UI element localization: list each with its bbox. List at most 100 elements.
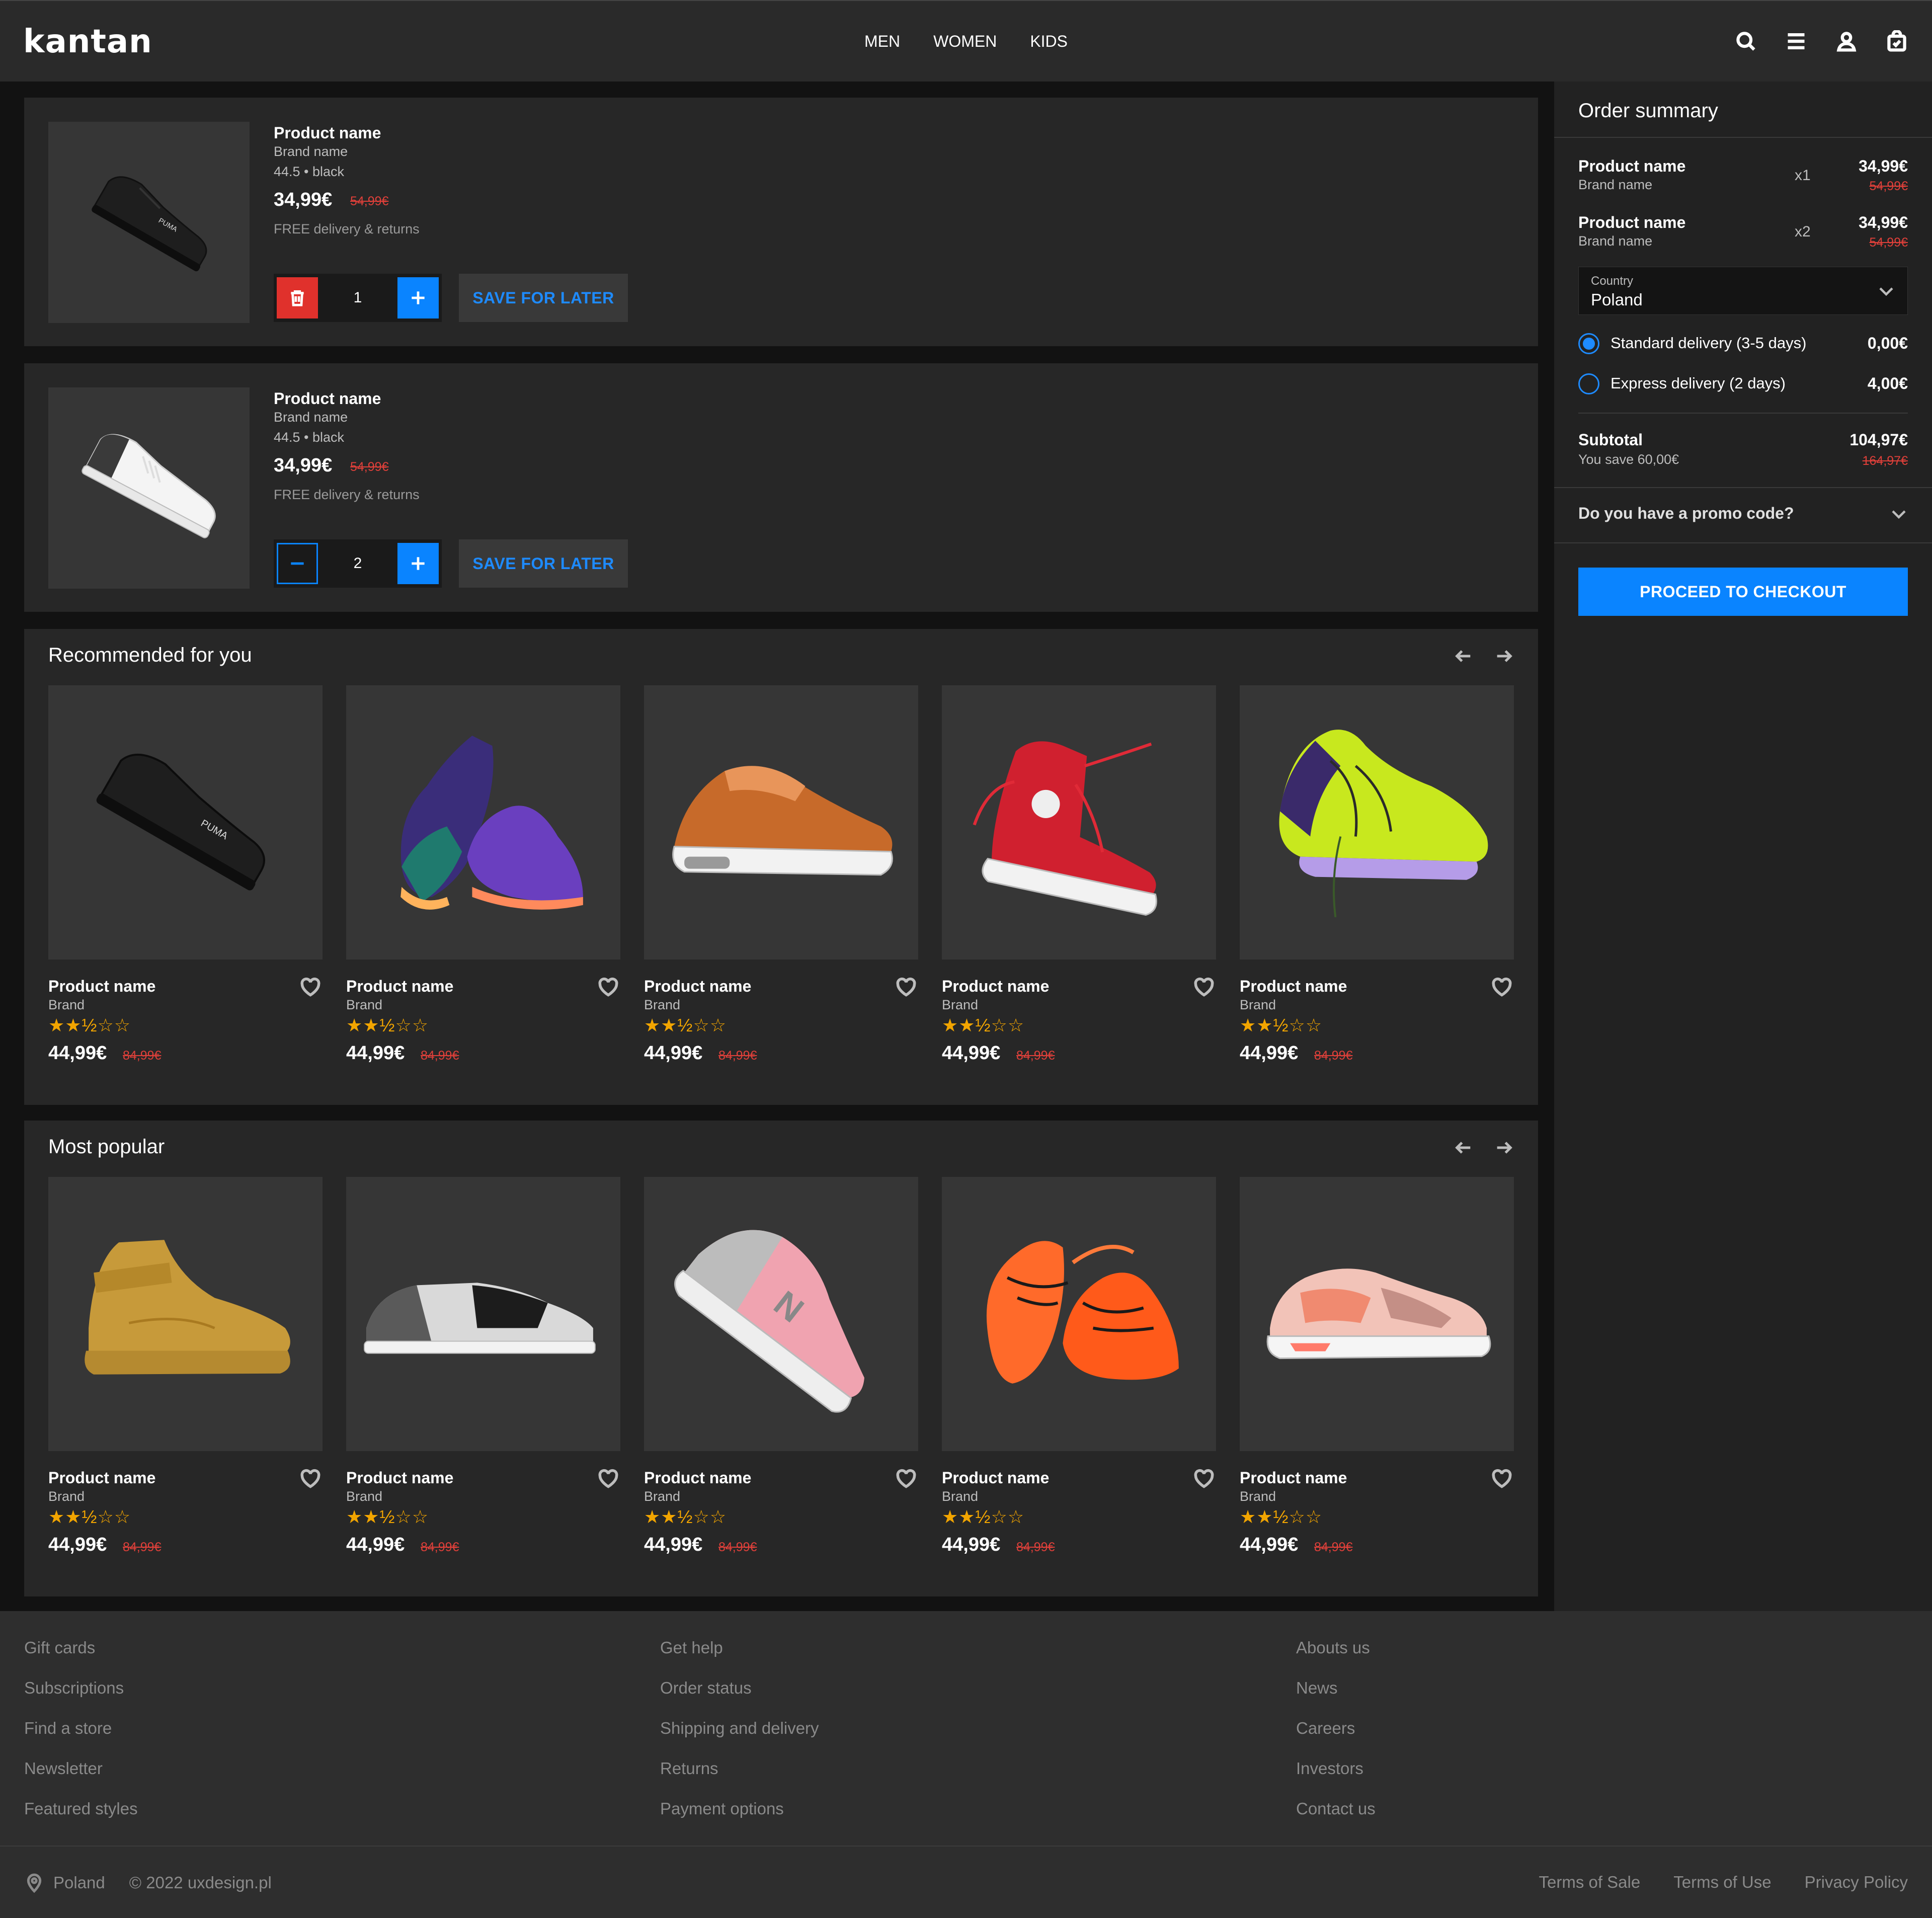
- user-icon[interactable]: [1835, 30, 1858, 52]
- delete-button[interactable]: [277, 277, 318, 318]
- cart-item-name[interactable]: Product name: [274, 389, 381, 408]
- product-card[interactable]: Product name Brand ★★½☆☆ 44,99€ 84,99€: [644, 685, 918, 1064]
- increase-button[interactable]: [397, 543, 439, 584]
- nav-women[interactable]: WOMEN: [933, 32, 997, 51]
- product-image[interactable]: [644, 685, 918, 960]
- heart-icon[interactable]: [1491, 1468, 1513, 1490]
- footer-link[interactable]: News: [1296, 1679, 1376, 1719]
- arrow-left-icon[interactable]: [1454, 646, 1474, 669]
- country-select[interactable]: Country Poland: [1578, 267, 1908, 315]
- product-name[interactable]: Product name: [346, 1469, 453, 1487]
- cart-item-name[interactable]: Product name: [274, 124, 381, 142]
- footer-link[interactable]: Subscriptions: [24, 1679, 138, 1719]
- footer-link[interactable]: Order status: [660, 1679, 819, 1719]
- footer-link[interactable]: Contact us: [1296, 1799, 1376, 1840]
- product-image[interactable]: [942, 1177, 1216, 1451]
- save-for-later-button[interactable]: SAVE FOR LATER: [459, 274, 628, 322]
- product-brand: Brand: [1240, 1489, 1276, 1504]
- heart-icon[interactable]: [299, 976, 321, 998]
- footer-link[interactable]: Shipping and delivery: [660, 1719, 819, 1759]
- product-name[interactable]: Product name: [942, 977, 1049, 996]
- product-card[interactable]: Product name Brand ★★½☆☆ 44,99€ 84,99€: [346, 685, 620, 1064]
- express-delivery-radio[interactable]: [1578, 373, 1599, 394]
- product-card[interactable]: PUMA Product name Brand ★★½☆☆ 44,99€ 84,99€: [48, 685, 323, 1064]
- product-card[interactable]: Product name Brand ★★½☆☆ 44,99€ 84,99€: [1240, 685, 1514, 1064]
- divider: [1554, 542, 1932, 543]
- standard-delivery-label[interactable]: Standard delivery (3-5 days): [1611, 334, 1806, 352]
- increase-button[interactable]: [397, 277, 439, 318]
- product-card[interactable]: Product name Brand ★★½☆☆ 44,99€ 84,99€: [346, 1177, 620, 1555]
- quantity-value[interactable]: 1: [318, 289, 397, 306]
- footer-column: Get help Order status Shipping and deliv…: [660, 1638, 819, 1840]
- product-name[interactable]: Product name: [1240, 1469, 1347, 1487]
- footer-link[interactable]: Featured styles: [24, 1799, 138, 1840]
- product-name[interactable]: Product name: [346, 977, 453, 996]
- arrow-right-icon[interactable]: [1494, 1138, 1514, 1160]
- product-brand: Brand: [346, 997, 383, 1012]
- footer-link[interactable]: Find a store: [24, 1719, 138, 1759]
- product-image[interactable]: [346, 1177, 620, 1451]
- arrow-left-icon[interactable]: [1454, 1138, 1474, 1160]
- product-card[interactable]: N Product name Brand ★★½☆☆ 44,99€ 84,99€: [644, 1177, 918, 1555]
- product-image[interactable]: [48, 1177, 323, 1451]
- heart-icon[interactable]: [1491, 976, 1513, 998]
- chevron-down-icon[interactable]: [1890, 505, 1908, 523]
- product-name[interactable]: Product name: [644, 1469, 751, 1487]
- product-image[interactable]: [346, 685, 620, 960]
- save-for-later-button[interactable]: SAVE FOR LATER: [459, 539, 628, 588]
- terms-of-sale-link[interactable]: Terms of Sale: [1539, 1873, 1640, 1892]
- cart-item-old-price: 54,99€: [350, 194, 389, 208]
- product-image[interactable]: PUMA: [48, 122, 250, 323]
- product-brand: Brand: [1240, 997, 1276, 1012]
- heart-icon[interactable]: [1193, 1468, 1215, 1490]
- heart-icon[interactable]: [1193, 976, 1215, 998]
- product-card[interactable]: Product name Brand ★★½☆☆ 44,99€ 84,99€: [48, 1177, 323, 1555]
- standard-delivery-radio[interactable]: [1578, 333, 1599, 354]
- footer-link[interactable]: Get help: [660, 1638, 819, 1679]
- footer-link[interactable]: Abouts us: [1296, 1638, 1376, 1679]
- footer-link[interactable]: Returns: [660, 1759, 819, 1799]
- checkout-button[interactable]: PROCEED TO CHECKOUT: [1578, 568, 1908, 616]
- privacy-policy-link[interactable]: Privacy Policy: [1805, 1873, 1908, 1892]
- express-delivery-label[interactable]: Express delivery (2 days): [1611, 374, 1786, 392]
- menu-icon[interactable]: [1785, 30, 1807, 52]
- logo[interactable]: kantan: [23, 23, 152, 60]
- nav-kids[interactable]: KIDS: [1030, 32, 1068, 51]
- product-card[interactable]: Product name Brand ★★½☆☆ 44,99€ 84,99€: [942, 1177, 1216, 1555]
- product-image[interactable]: [48, 387, 250, 589]
- footer-link[interactable]: Careers: [1296, 1719, 1376, 1759]
- product-image[interactable]: N: [644, 1177, 918, 1451]
- nav-men[interactable]: MEN: [864, 32, 900, 51]
- product-name[interactable]: Product name: [48, 977, 155, 996]
- product-name[interactable]: Product name: [644, 977, 751, 996]
- product-image[interactable]: [1240, 685, 1514, 960]
- footer-link[interactable]: Newsletter: [24, 1759, 138, 1799]
- heart-icon[interactable]: [895, 1468, 917, 1490]
- product-name[interactable]: Product name: [942, 1469, 1049, 1487]
- decrease-button[interactable]: [277, 543, 318, 584]
- search-icon[interactable]: [1735, 30, 1757, 52]
- promo-code-toggle[interactable]: Do you have a promo code?: [1578, 504, 1794, 523]
- footer-link[interactable]: Payment options: [660, 1799, 819, 1840]
- product-old-price: 84,99€: [123, 1049, 162, 1063]
- product-name[interactable]: Product name: [48, 1469, 155, 1487]
- heart-icon[interactable]: [299, 1468, 321, 1490]
- product-image[interactable]: [1240, 1177, 1514, 1451]
- footer-link[interactable]: Gift cards: [24, 1638, 138, 1679]
- product-name[interactable]: Product name: [1240, 977, 1347, 996]
- location-text[interactable]: Poland: [53, 1873, 105, 1892]
- footer-link[interactable]: Investors: [1296, 1759, 1376, 1799]
- quantity-value[interactable]: 2: [318, 555, 397, 572]
- cart-icon[interactable]: [1886, 30, 1908, 52]
- product-card[interactable]: Product name Brand ★★½☆☆ 44,99€ 84,99€: [942, 685, 1216, 1064]
- plus-icon: [412, 291, 425, 304]
- arrow-right-icon[interactable]: [1494, 646, 1514, 669]
- heart-icon[interactable]: [597, 976, 619, 998]
- heart-icon[interactable]: [597, 1468, 619, 1490]
- product-image[interactable]: PUMA: [48, 685, 323, 960]
- terms-of-use-link[interactable]: Terms of Use: [1673, 1873, 1771, 1892]
- heart-icon[interactable]: [895, 976, 917, 998]
- product-old-price: 84,99€: [718, 1049, 757, 1063]
- product-card[interactable]: Product name Brand ★★½☆☆ 44,99€ 84,99€: [1240, 1177, 1514, 1555]
- product-image[interactable]: [942, 685, 1216, 960]
